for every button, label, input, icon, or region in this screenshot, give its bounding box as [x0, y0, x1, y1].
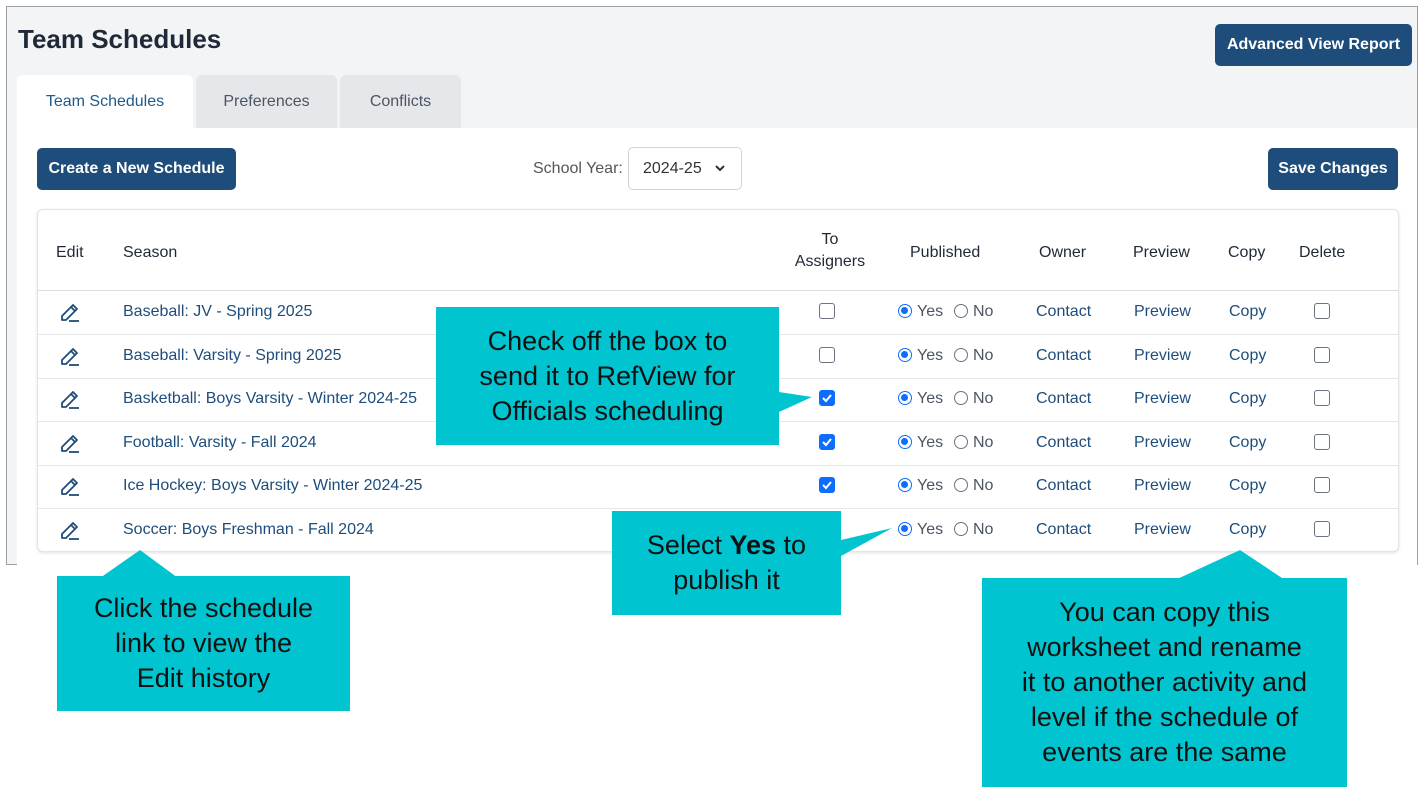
- delete-checkbox[interactable]: [1314, 303, 1330, 319]
- published-yes-radio[interactable]: [898, 434, 912, 449]
- published-no-label: No: [973, 477, 994, 495]
- season-link[interactable]: Soccer: Boys Freshman - Fall 2024: [123, 521, 374, 539]
- season-link[interactable]: Basketball: Boys Varsity - Winter 2024-2…: [123, 390, 417, 408]
- create-schedule-button[interactable]: Create a New Schedule: [37, 148, 236, 190]
- edit-icon[interactable]: [58, 518, 82, 542]
- table-row: Ice Hockey: Boys Varsity - Winter 2024-2…: [38, 465, 1398, 510]
- preview-link[interactable]: Preview: [1134, 303, 1191, 321]
- owner-contact-link[interactable]: Contact: [1036, 521, 1091, 539]
- published-yes-radio[interactable]: [898, 304, 912, 318]
- tab-team-schedules[interactable]: Team Schedules: [17, 75, 193, 129]
- season-link[interactable]: Ice Hockey: Boys Varsity - Winter 2024-2…: [123, 477, 422, 495]
- header-delete: Delete: [1299, 244, 1346, 261]
- published-yes-label: Yes: [917, 390, 944, 408]
- edit-icon[interactable]: [58, 431, 82, 455]
- callout-copy: You can copy this worksheet and rename i…: [982, 578, 1347, 787]
- copy-link[interactable]: Copy: [1229, 303, 1266, 321]
- copy-link[interactable]: Copy: [1229, 477, 1266, 495]
- copy-link[interactable]: Copy: [1229, 347, 1266, 365]
- header-preview: Preview: [1133, 244, 1190, 261]
- to-assigners-checkbox[interactable]: [819, 303, 835, 319]
- preview-link[interactable]: Preview: [1134, 390, 1191, 408]
- preview-link[interactable]: Preview: [1134, 477, 1191, 495]
- published-yes-label: Yes: [917, 433, 944, 451]
- copy-link[interactable]: Copy: [1229, 521, 1266, 539]
- header-published: Published: [910, 244, 981, 261]
- published-no-radio[interactable]: [954, 347, 968, 362]
- published-no-radio[interactable]: [954, 304, 968, 318]
- published-no-radio[interactable]: [954, 391, 968, 406]
- header-owner: Owner: [1039, 244, 1087, 261]
- header-to-assigners: To Assigners: [794, 231, 866, 270]
- owner-contact-link[interactable]: Contact: [1036, 303, 1091, 321]
- delete-checkbox[interactable]: [1314, 433, 1330, 450]
- published-yes-radio[interactable]: [898, 478, 912, 493]
- save-changes-button[interactable]: Save Changes: [1268, 148, 1398, 190]
- school-year-value: 2024-25: [643, 159, 702, 177]
- published-yes-radio[interactable]: [898, 391, 912, 406]
- owner-contact-link[interactable]: Contact: [1036, 477, 1091, 495]
- owner-contact-link[interactable]: Contact: [1036, 434, 1091, 452]
- delete-checkbox[interactable]: [1314, 346, 1330, 363]
- delete-checkbox[interactable]: [1314, 390, 1330, 407]
- page-title: Team Schedules: [18, 24, 222, 54]
- preview-link[interactable]: Preview: [1134, 347, 1191, 365]
- published-no-label: No: [973, 433, 994, 451]
- chevron-down-icon: [715, 165, 725, 172]
- preview-link[interactable]: Preview: [1134, 434, 1191, 452]
- owner-contact-link[interactable]: Contact: [1036, 347, 1091, 365]
- published-yes-label: Yes: [917, 303, 944, 320]
- published-yes-radio[interactable]: [898, 347, 912, 362]
- published-no-label: No: [973, 346, 994, 364]
- to-assigners-checkbox[interactable]: [819, 433, 835, 450]
- published-yes-label: Yes: [917, 521, 944, 538]
- edit-icon[interactable]: [58, 344, 82, 368]
- published-no-radio[interactable]: [954, 478, 968, 493]
- published-yes-radio[interactable]: [898, 522, 912, 536]
- tab-preferences[interactable]: Preferences: [196, 75, 337, 128]
- callout-edit-history: Click the schedule link to view the Edit…: [57, 576, 350, 711]
- preview-link[interactable]: Preview: [1134, 521, 1191, 539]
- header-edit: Edit: [56, 244, 84, 261]
- edit-icon[interactable]: [58, 474, 82, 498]
- copy-link[interactable]: Copy: [1229, 434, 1266, 452]
- callout-select-yes: Select Yes to publish it: [612, 511, 841, 615]
- published-yes-label: Yes: [917, 346, 944, 364]
- season-link[interactable]: Baseball: Varsity - Spring 2025: [123, 347, 341, 365]
- school-year-select[interactable]: 2024-25: [628, 147, 742, 190]
- copy-link[interactable]: Copy: [1229, 390, 1266, 408]
- to-assigners-checkbox[interactable]: [819, 477, 835, 494]
- published-no-label: No: [973, 303, 994, 320]
- published-yes-label: Yes: [917, 477, 944, 495]
- callout-check-box: Check off the box to send it to RefView …: [436, 307, 779, 445]
- to-assigners-checkbox[interactable]: [819, 346, 835, 363]
- to-assigners-checkbox[interactable]: [819, 390, 835, 407]
- edit-icon[interactable]: [58, 300, 82, 324]
- school-year-label: School Year:: [533, 160, 623, 177]
- season-link[interactable]: Baseball: JV - Spring 2025: [123, 303, 312, 321]
- header-copy: Copy: [1228, 244, 1266, 261]
- tab-conflicts[interactable]: Conflicts: [340, 75, 461, 128]
- app-frame: Team Schedules Advanced View Report Team…: [6, 6, 1418, 565]
- delete-checkbox[interactable]: [1314, 521, 1330, 537]
- published-no-radio[interactable]: [954, 522, 968, 536]
- advanced-view-report-button[interactable]: Advanced View Report: [1215, 24, 1412, 66]
- owner-contact-link[interactable]: Contact: [1036, 390, 1091, 408]
- edit-icon[interactable]: [58, 387, 82, 411]
- published-no-radio[interactable]: [954, 434, 968, 449]
- season-link[interactable]: Football: Varsity - Fall 2024: [123, 434, 317, 452]
- delete-checkbox[interactable]: [1314, 477, 1330, 494]
- header-season: Season: [123, 244, 178, 261]
- published-no-label: No: [973, 390, 994, 408]
- published-no-label: No: [973, 521, 994, 538]
